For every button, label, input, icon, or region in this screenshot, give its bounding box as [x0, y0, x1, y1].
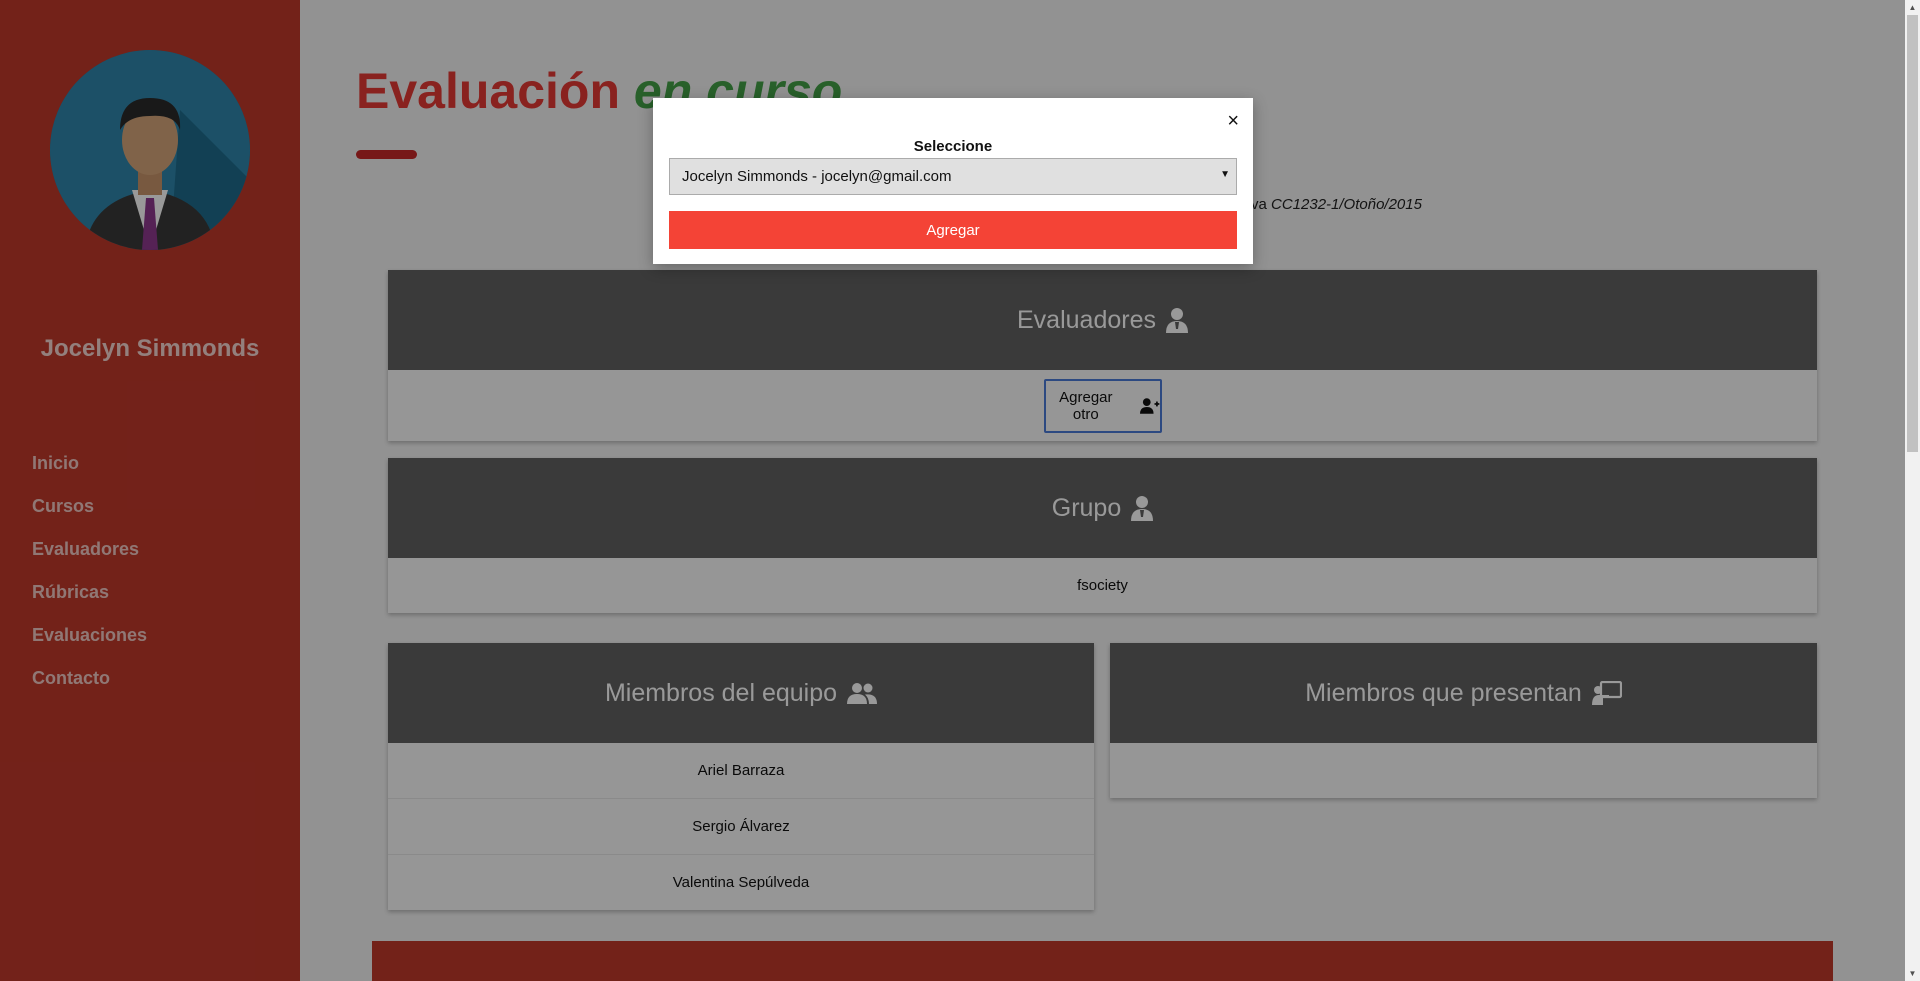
agregar-button[interactable]: Agregar — [669, 211, 1237, 249]
scroll-up-icon[interactable]: ▲ — [1905, 0, 1920, 15]
select-evaluator-modal: × Seleccione Jocelyn Simmonds - jocelyn@… — [653, 98, 1253, 264]
dropdown-caret-icon: ▼ — [1220, 169, 1230, 180]
scrollbar[interactable]: ▲ ▼ — [1905, 0, 1920, 981]
selected-evaluator: Jocelyn Simmonds - jocelyn@gmail.com — [682, 168, 952, 185]
select-label: Seleccione — [913, 138, 993, 155]
evaluator-select[interactable]: Jocelyn Simmonds - jocelyn@gmail.com ▼ — [669, 158, 1237, 195]
close-icon[interactable]: × — [1227, 111, 1239, 131]
scroll-down-icon[interactable]: ▼ — [1905, 966, 1920, 981]
scroll-thumb[interactable] — [1907, 15, 1918, 452]
